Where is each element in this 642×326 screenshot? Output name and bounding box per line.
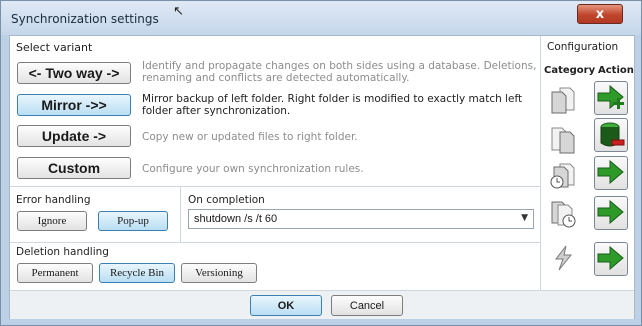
overwrite-right-button-2[interactable] [594, 196, 628, 230]
overwrite-right-icon [597, 159, 624, 185]
deletion-divider [10, 242, 540, 243]
versioning-button[interactable]: Versioning [181, 263, 257, 283]
overwrite-right-button-1[interactable] [594, 156, 628, 190]
permanent-button[interactable]: Permanent [17, 263, 93, 283]
left-newer-icon [548, 163, 578, 191]
variant-divider [10, 186, 540, 187]
window-title: Synchronization settings [11, 12, 159, 26]
chevron-down-icon[interactable]: ▼ [521, 213, 528, 223]
delete-right-button[interactable] [594, 118, 628, 152]
dialog-button-bar: OK Cancel [10, 290, 634, 319]
file-exists-right-only-icon [548, 126, 578, 154]
overwrite-right-icon [597, 245, 624, 271]
configuration-heading: Configuration [547, 41, 619, 53]
different-content-icon [548, 244, 578, 272]
error-handling-heading: Error handling [16, 194, 91, 206]
cancel-button[interactable]: Cancel [331, 295, 403, 316]
overwrite-right-button-3[interactable] [594, 242, 628, 276]
select-variant-heading: Select variant [16, 41, 93, 54]
on-completion-value: shutdown /s /t 60 [194, 213, 278, 225]
right-newer-icon [548, 201, 578, 229]
sync-settings-window: Synchronization settings ↖ x Select vari… [0, 0, 642, 326]
popup-button[interactable]: Pop-up [98, 211, 168, 231]
custom-button[interactable]: Custom [17, 157, 131, 179]
deletion-handling-heading: Deletion handling [16, 246, 109, 258]
title-bar[interactable]: Synchronization settings ↖ x [1, 1, 641, 35]
on-completion-heading: On completion [188, 194, 265, 206]
two-way-description: Identify and propagate changes on both s… [142, 60, 537, 84]
action-heading: Action [598, 65, 634, 76]
delete-right-icon [600, 122, 625, 147]
mirror-description: Mirror backup of left folder. Right fold… [142, 93, 523, 117]
error-completion-divider [180, 186, 181, 242]
file-exists-left-only-icon [548, 86, 578, 114]
ok-button[interactable]: OK [250, 295, 322, 316]
close-button[interactable]: x [577, 4, 623, 24]
update-description: Copy new or updated files to right folde… [142, 131, 358, 143]
recycle-bin-button[interactable]: Recycle Bin [99, 263, 175, 283]
overwrite-right-icon [597, 199, 624, 225]
mouse-cursor-icon: ↖ [173, 4, 184, 19]
ignore-button[interactable]: Ignore [17, 211, 87, 231]
create-right-icon [597, 84, 624, 110]
on-completion-select[interactable]: shutdown /s /t 60 ▼ [188, 209, 534, 229]
mirror-button[interactable]: Mirror ->> [17, 94, 131, 116]
custom-description: Configure your own synchronization rules… [142, 163, 364, 175]
update-button[interactable]: Update -> [17, 125, 131, 147]
configuration-divider [540, 36, 541, 290]
create-right-button[interactable] [594, 81, 628, 115]
category-heading: Category [544, 65, 596, 76]
dialog-body: Select variant <- Two way -> Identify an… [9, 35, 635, 319]
two-way-button[interactable]: <- Two way -> [17, 62, 131, 84]
